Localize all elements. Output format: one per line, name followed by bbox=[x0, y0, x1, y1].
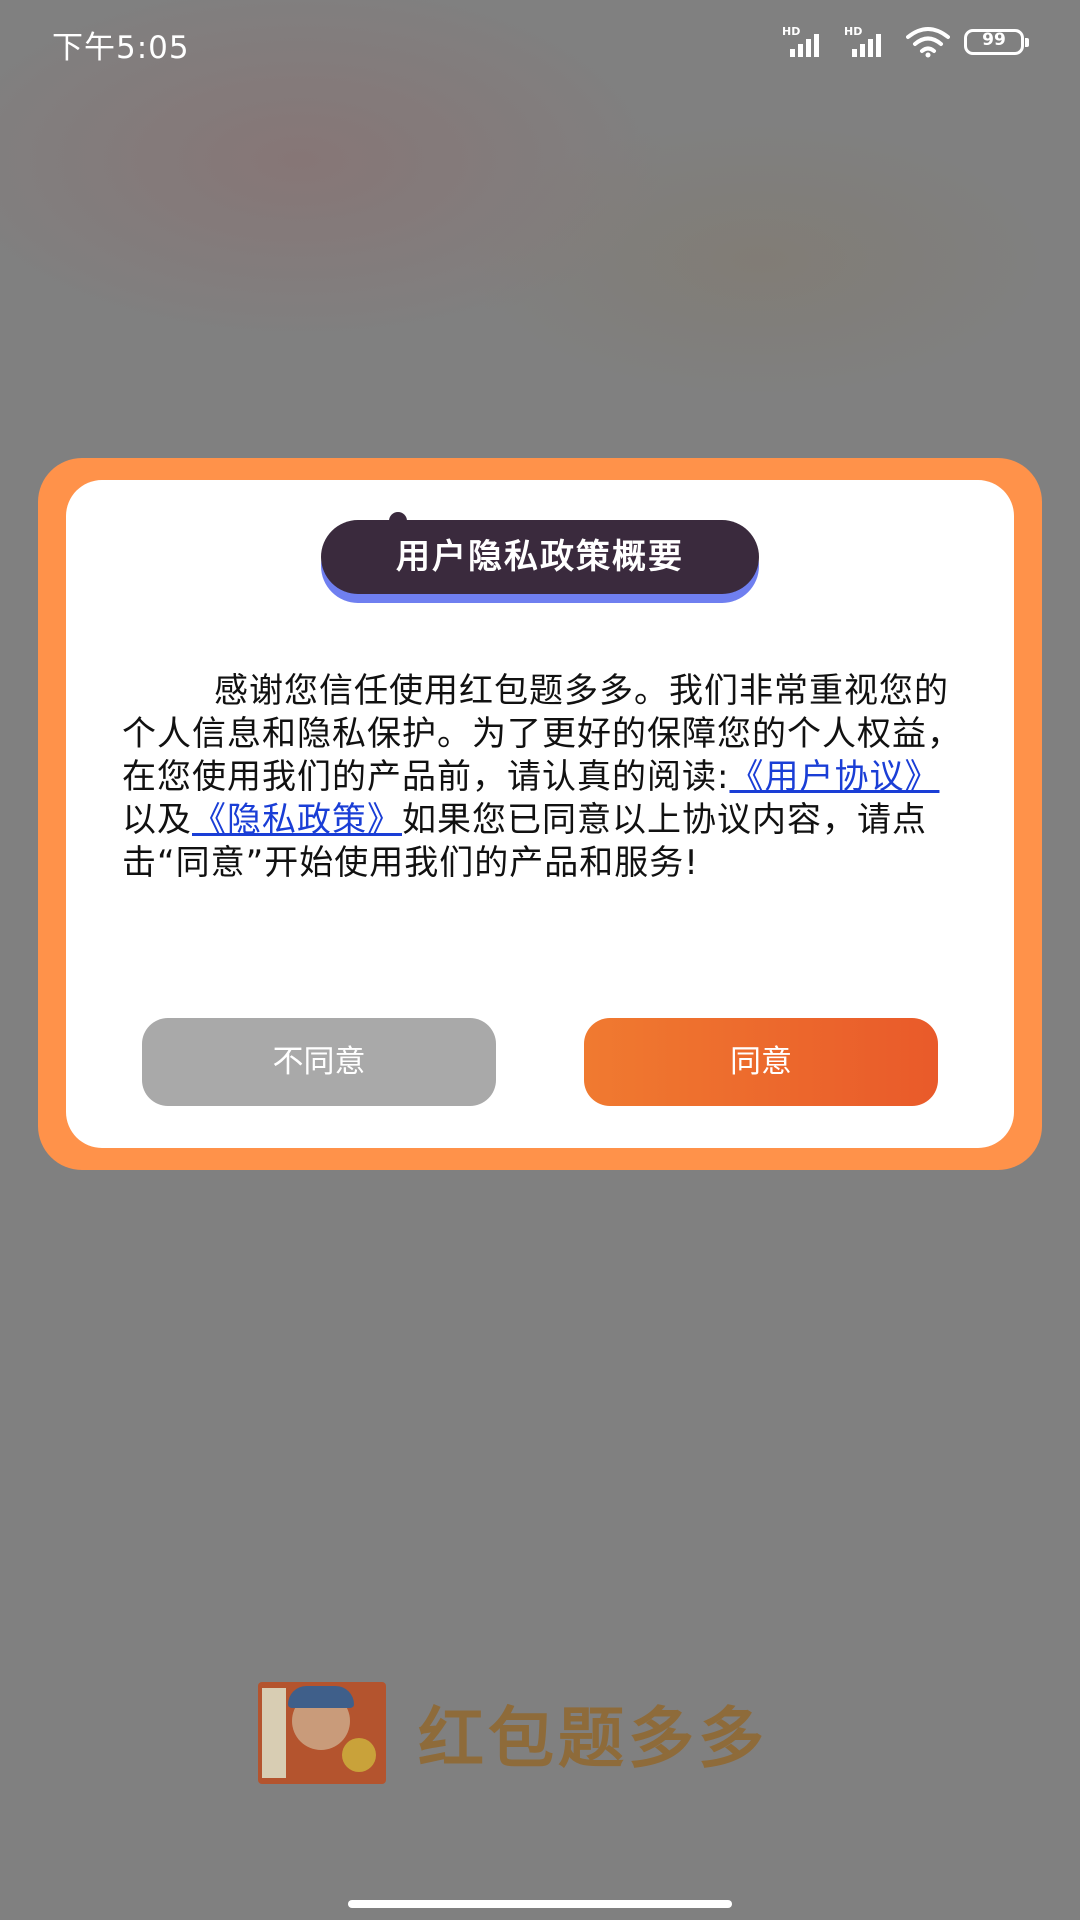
brand-footer: 红包题多多 bbox=[258, 1682, 768, 1784]
status-icons: HD HD 99 bbox=[782, 25, 1029, 58]
status-time: 下午5:05 bbox=[52, 30, 190, 66]
app-logo-icon bbox=[258, 1682, 386, 1784]
privacy-dialog: 用户隐私政策概要 感谢您信任使用红包题多多。我们非常重视您的个人信息和隐私保护。… bbox=[38, 458, 1042, 1170]
body-text-part-2: 以及 bbox=[122, 800, 192, 840]
privacy-policy-link[interactable]: 《隐私政策》 bbox=[192, 800, 402, 840]
battery-level: 99 bbox=[982, 30, 1006, 50]
wifi-icon bbox=[906, 27, 950, 58]
signal-icon: HD bbox=[782, 25, 830, 57]
privacy-dialog-card: 用户隐私政策概要 感谢您信任使用红包题多多。我们非常重视您的个人信息和隐私保护。… bbox=[66, 480, 1014, 1148]
dialog-title-text: 用户隐私政策概要 bbox=[396, 537, 684, 577]
dialog-title: 用户隐私政策概要 bbox=[321, 512, 759, 594]
signal-icon: HD bbox=[844, 25, 892, 57]
dialog-body-text: 感谢您信任使用红包题多多。我们非常重视您的个人信息和隐私保护。为了更好的保障您的… bbox=[122, 670, 970, 885]
title-pill-decoration bbox=[389, 512, 407, 530]
status-bar: 下午5:05 HD HD 99 bbox=[0, 0, 1080, 84]
agree-button[interactable]: 同意 bbox=[584, 1018, 938, 1106]
user-agreement-link[interactable]: 《用户协议》 bbox=[729, 757, 939, 797]
battery-icon: 99 bbox=[964, 29, 1029, 55]
home-indicator[interactable] bbox=[348, 1900, 732, 1908]
brand-name: 红包题多多 bbox=[418, 1700, 768, 1777]
disagree-button[interactable]: 不同意 bbox=[142, 1018, 496, 1106]
